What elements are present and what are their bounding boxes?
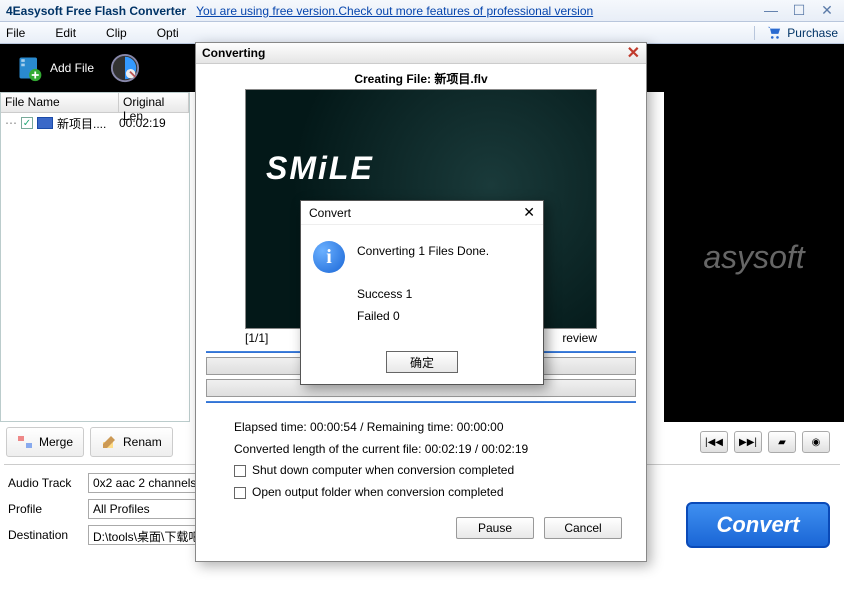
file-list: File Name Original Len ⋯ ✓ 新项目.... 00:02… [0, 92, 190, 422]
merge-button[interactable]: Merge [6, 427, 84, 457]
frame-review: review [562, 331, 597, 345]
col-length[interactable]: Original Len [119, 93, 189, 112]
destination-label: Destination [8, 528, 80, 542]
effect-icon[interactable] [110, 53, 140, 83]
file-row[interactable]: ⋯ ✓ 新项目.... 00:02:19 [1, 113, 189, 133]
aspect-button[interactable]: ▰ [768, 431, 796, 453]
cart-icon [767, 26, 781, 40]
add-file-label: Add File [50, 61, 94, 75]
maximize-icon[interactable]: ☐ [788, 2, 810, 19]
elapsed-time: Elapsed time: 00:00:54 / Remaining time:… [234, 417, 608, 439]
brand-watermark: asysoft [703, 239, 804, 276]
creating-file-label: Creating File: 新项目.flv [208, 70, 634, 87]
frame-count: [1/1] [245, 331, 268, 345]
rename-icon [101, 434, 117, 450]
video-overlay-text: SMiLE [266, 150, 374, 187]
preview-panel: asysoft [664, 92, 844, 422]
file-checkbox[interactable]: ✓ [21, 117, 33, 129]
col-filename[interactable]: File Name [1, 93, 119, 112]
purchase-label: Purchase [787, 26, 838, 40]
menu-bar: File Edit Clip Opti Purchase [0, 22, 844, 44]
file-name: 新项目.... [57, 115, 115, 132]
snapshot-button[interactable]: ◉ [802, 431, 830, 453]
converted-length: Converted length of the current file: 00… [234, 439, 608, 461]
audio-track-label: Audio Track [8, 476, 80, 490]
rename-button[interactable]: Renam [90, 427, 173, 457]
shutdown-checkbox[interactable]: Shut down computer when conversion compl… [234, 460, 608, 482]
menu-option[interactable]: Opti [157, 26, 179, 40]
prev-button[interactable]: |◀◀ [700, 431, 728, 453]
pause-button[interactable]: Pause [456, 517, 534, 539]
converting-title: Converting [202, 46, 265, 60]
convert-button[interactable]: Convert [686, 502, 830, 548]
file-length: 00:02:19 [119, 116, 166, 130]
minimize-icon[interactable]: — [760, 2, 782, 19]
purchase-button[interactable]: Purchase [754, 26, 838, 40]
alert-title: Convert [309, 206, 351, 220]
add-file-button[interactable]: Add File [8, 50, 102, 86]
add-file-icon [16, 54, 44, 82]
title-bar: 4Easysoft Free Flash Converter You are u… [0, 0, 844, 22]
cancel-button[interactable]: Cancel [544, 517, 622, 539]
converting-close-icon[interactable]: ✕ [627, 43, 640, 63]
alert-close-icon[interactable]: ✕ [523, 204, 535, 221]
app-title: 4Easysoft Free Flash Converter [6, 4, 186, 18]
menu-clip[interactable]: Clip [106, 26, 127, 40]
expand-icon: ⋯ [5, 116, 17, 130]
menu-edit[interactable]: Edit [55, 26, 76, 40]
merge-icon [17, 434, 33, 450]
alert-failed: Failed 0 [357, 306, 489, 328]
next-button[interactable]: ▶▶| [734, 431, 762, 453]
alert-success: Success 1 [357, 284, 489, 306]
alert-dialog: Convert ✕ i Converting 1 Files Done. Suc… [300, 200, 544, 385]
menu-file[interactable]: File [6, 26, 25, 40]
promo-link[interactable]: You are using free version.Check out mor… [196, 4, 593, 18]
alert-line1: Converting 1 Files Done. [357, 241, 489, 263]
info-icon: i [313, 241, 345, 273]
alert-ok-button[interactable]: 确定 [386, 351, 458, 373]
close-icon[interactable]: ✕ [816, 2, 838, 19]
profile-label: Profile [8, 502, 80, 516]
film-icon [37, 117, 53, 129]
open-folder-checkbox[interactable]: Open output folder when conversion compl… [234, 482, 608, 504]
